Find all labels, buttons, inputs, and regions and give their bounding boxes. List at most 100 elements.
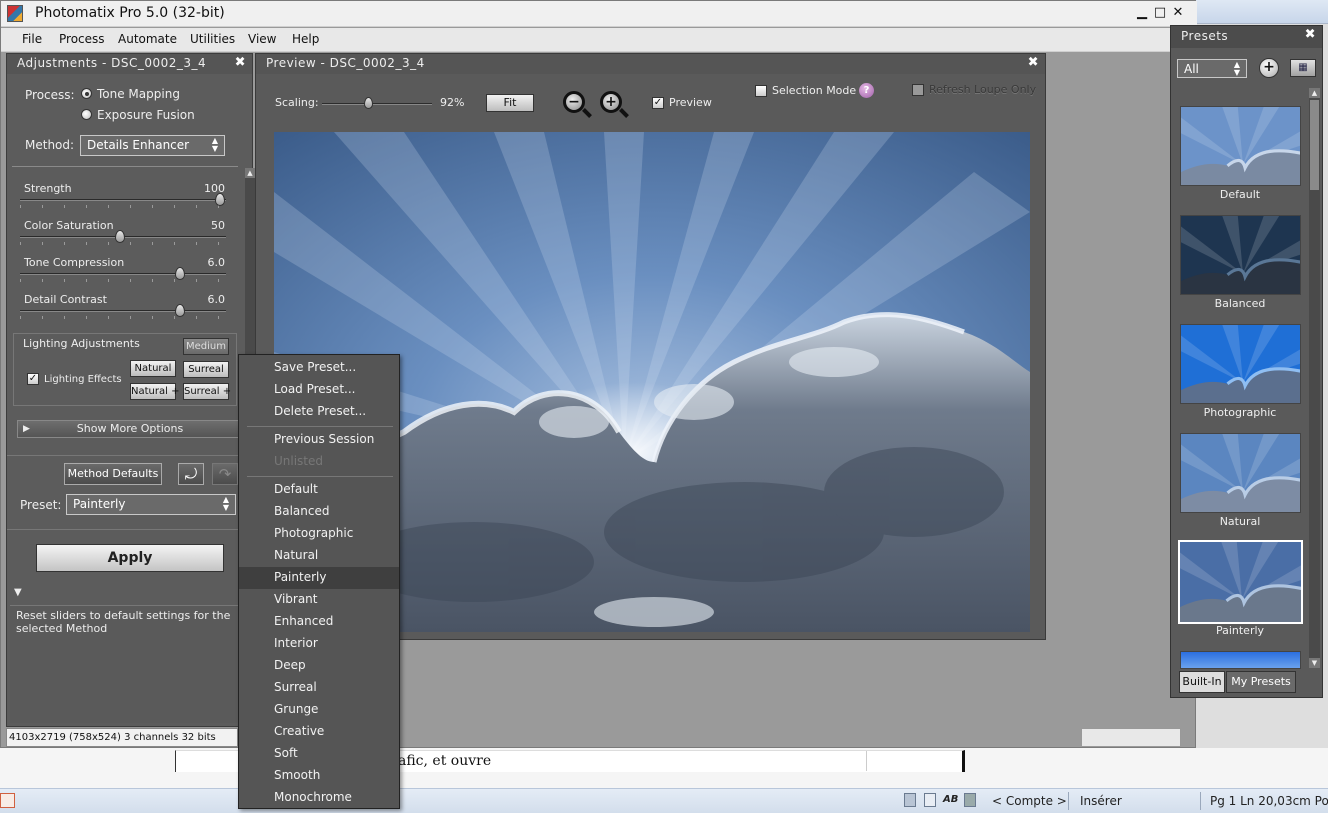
radio-tone-mapping[interactable]	[81, 88, 92, 99]
show-more-options-button[interactable]: ▶ Show More Options	[17, 420, 243, 438]
slider-knob[interactable]	[175, 267, 185, 280]
menu-item-preset-monochrome[interactable]: Monochrome	[239, 787, 399, 809]
preview-label: Preview	[669, 96, 712, 109]
add-preset-icon[interactable]: +	[1259, 58, 1279, 78]
method-dropdown[interactable]: Details Enhancer ▲ ▼	[80, 135, 225, 156]
menu-item-preset-deep[interactable]: Deep	[239, 655, 399, 677]
preset-thumbnail[interactable]	[1180, 324, 1301, 404]
menu-item-preset-vibrant[interactable]: Vibrant	[239, 589, 399, 611]
selection-mode-checkbox[interactable]	[755, 85, 767, 97]
menu-help[interactable]: Help	[292, 32, 319, 46]
refresh-loupe-checkbox[interactable]	[912, 84, 924, 96]
natural-plus-button[interactable]: Natural +	[130, 383, 179, 400]
slider-track[interactable]	[20, 199, 226, 201]
menu-item-preset-enhanced[interactable]: Enhanced	[239, 611, 399, 633]
zoom-in-icon[interactable]: +	[600, 91, 622, 113]
menu-automate[interactable]: Automate	[118, 32, 177, 46]
preview-close-icon[interactable]: ✖	[1028, 55, 1039, 70]
menu-item-preset-surreal[interactable]: Surreal	[239, 677, 399, 699]
menu-item-preset-painterly[interactable]: Painterly	[239, 567, 399, 589]
slider-knob[interactable]	[215, 193, 225, 206]
menu-item-preset-photographic[interactable]: Photographic	[239, 523, 399, 545]
menu-item-preset-interior[interactable]: Interior	[239, 633, 399, 655]
scroll-down-icon[interactable]: ▼	[1309, 658, 1320, 668]
presets-scrollbar[interactable]: ▲ ▼	[1309, 88, 1320, 668]
text-cursor-icon[interactable]	[924, 793, 936, 807]
preset-thumbnail[interactable]	[1180, 215, 1301, 295]
process-label: Process:	[25, 88, 75, 102]
scaling-slider-knob[interactable]	[364, 97, 374, 109]
preset-preview-image	[1181, 434, 1300, 512]
divider	[7, 529, 243, 530]
menu-item-delete-preset[interactable]: Delete Preset...	[239, 401, 399, 423]
close-button[interactable]: ✕	[1169, 4, 1187, 22]
scroll-up-icon[interactable]: ▲	[245, 168, 255, 178]
word-status-bar: AB < Compte > Insérer Pg 1 Ln 20,03cm Po…	[0, 788, 1328, 813]
natural-button[interactable]: Natural	[130, 360, 176, 377]
preset-thumbnail[interactable]	[1180, 106, 1301, 186]
menu-item-preset-balanced[interactable]: Balanced	[239, 501, 399, 523]
minimize-button[interactable]: ▁	[1133, 4, 1151, 22]
adjustments-close-icon[interactable]: ✖	[235, 55, 246, 70]
preset-thumbnail-label: Natural	[1219, 515, 1261, 528]
lighting-effects-checkbox[interactable]: ✓	[27, 373, 39, 385]
redo-icon[interactable]: ↷	[212, 463, 238, 485]
menu-item-preset-default[interactable]: Default	[239, 479, 399, 501]
app-icon[interactable]	[7, 5, 23, 22]
exposure-fusion-label[interactable]: Exposure Fusion	[97, 108, 195, 122]
tone-mapping-label[interactable]: Tone Mapping	[97, 87, 180, 101]
insert-mode[interactable]: Insérer	[1080, 794, 1122, 808]
undo-icon[interactable]: ⤾	[178, 463, 204, 485]
medium-button[interactable]: Medium	[183, 338, 229, 355]
help-expander-icon[interactable]: ▼	[14, 587, 22, 598]
preset-thumbnail[interactable]	[1180, 433, 1301, 513]
scroll-thumb[interactable]	[1310, 100, 1319, 190]
preview-checkbox[interactable]: ✓	[652, 97, 664, 109]
fit-button[interactable]: Fit	[486, 94, 534, 112]
menu-item-preset-soft[interactable]: Soft	[239, 743, 399, 765]
method-label: Method:	[25, 138, 75, 152]
slider-track[interactable]	[20, 273, 226, 275]
zoom-out-icon[interactable]: −	[563, 91, 585, 113]
slider-knob[interactable]	[175, 304, 185, 317]
menu-item-preset-natural[interactable]: Natural	[239, 545, 399, 567]
menu-view[interactable]: View	[248, 32, 276, 46]
grid-view-icon[interactable]: ▦	[1290, 59, 1316, 77]
presets-filter-dropdown[interactable]: All ▲ ▼	[1177, 59, 1247, 78]
menu-item-save-preset[interactable]: Save Preset...	[239, 357, 399, 379]
menu-separator	[247, 476, 393, 477]
menu-utilities[interactable]: Utilities	[190, 32, 235, 46]
document-icon[interactable]	[904, 793, 916, 807]
menu-item-preset-smooth[interactable]: Smooth	[239, 765, 399, 787]
tab-built-in[interactable]: Built-In	[1179, 671, 1225, 693]
surreal-button[interactable]: Surreal	[183, 361, 229, 378]
menu-item-load-preset[interactable]: Load Preset...	[239, 379, 399, 401]
apply-button[interactable]: Apply	[36, 544, 224, 572]
maximize-button[interactable]: □	[1151, 4, 1169, 22]
menu-item-preset-grunge[interactable]: Grunge	[239, 699, 399, 721]
spellcheck-icon[interactable]: AB	[943, 794, 958, 805]
menu-item-previous-session[interactable]: Previous Session	[239, 429, 399, 451]
menu-item-preset-creative[interactable]: Creative	[239, 721, 399, 743]
radio-exposure-fusion[interactable]	[81, 109, 92, 120]
menu-file[interactable]: File	[22, 32, 42, 46]
slider-knob[interactable]	[115, 230, 125, 243]
menu-process[interactable]: Process	[59, 32, 105, 46]
presets-close-icon[interactable]: ✖	[1305, 27, 1316, 42]
printer-icon[interactable]	[964, 793, 976, 807]
word-count[interactable]: < Compte >	[992, 794, 1067, 808]
method-defaults-button[interactable]: Method Defaults	[64, 463, 162, 485]
help-icon[interactable]: ?	[859, 83, 874, 98]
preset-dropdown[interactable]: Painterly ▲ ▼	[66, 494, 236, 515]
preset-thumbnail[interactable]	[1178, 540, 1303, 624]
surreal-plus-button[interactable]: Surreal +	[183, 383, 231, 400]
lighting-title: Lighting Adjustments	[23, 337, 140, 350]
scroll-up-icon[interactable]: ▲	[1309, 88, 1320, 98]
scaling-slider[interactable]	[322, 103, 432, 105]
preset-thumbnail[interactable]	[1180, 651, 1301, 669]
status-indicator-icon[interactable]	[0, 793, 15, 808]
slider-track[interactable]	[20, 310, 226, 312]
preset-label: Preset:	[20, 498, 62, 512]
tab-my-presets[interactable]: My Presets	[1226, 671, 1296, 693]
slider-ticks	[20, 205, 226, 208]
